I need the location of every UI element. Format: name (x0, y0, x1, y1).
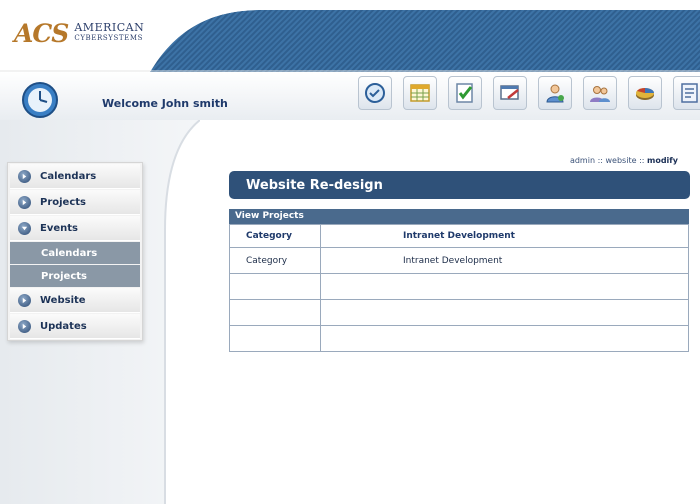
sidebar-subitem-calendars[interactable]: Calendars (10, 242, 140, 264)
sidebar: Calendars Projects Events Calendars Proj… (7, 162, 143, 341)
sidebar-item-label: Website (40, 294, 86, 306)
logo-line2: CYBERSYSTEMS (74, 34, 144, 42)
chevron-right-icon (18, 293, 31, 307)
pie-chart-icon[interactable] (628, 76, 662, 110)
clock-icon (20, 80, 60, 120)
sidebar-item-label: Updates (40, 320, 87, 332)
sidebar-item-label: Events (40, 222, 78, 234)
page-title-bar: Website Re-design (229, 171, 690, 199)
sidebar-item-calendars[interactable]: Calendars (10, 164, 140, 189)
users-icon[interactable] (583, 76, 617, 110)
breadcrumb: admin :: website :: modify (570, 156, 678, 165)
table-row[interactable] (229, 273, 689, 300)
logo-text: AMERICAN CYBERSYSTEMS (74, 21, 145, 43)
breadcrumb-website[interactable]: website (606, 156, 637, 165)
sidebar-item-website[interactable]: Website (10, 288, 140, 313)
table-cell (229, 299, 321, 326)
sidebar-item-projects[interactable]: Projects (10, 190, 140, 215)
projects-table: View Projects Category Intranet Developm… (229, 209, 689, 352)
table-cell (229, 325, 321, 352)
breadcrumb-separator: :: (639, 156, 645, 165)
table-cell (320, 299, 689, 326)
logo-mark: ACS (14, 18, 69, 48)
sidebar-item-events[interactable]: Events (10, 216, 140, 241)
user-icon[interactable] (538, 76, 572, 110)
table-row[interactable] (229, 299, 689, 326)
sidebar-item-updates[interactable]: Updates (10, 314, 140, 339)
welcome-message: Welcome John smith (102, 97, 228, 110)
breadcrumb-admin[interactable]: admin (570, 156, 595, 165)
column-header: Intranet Development (320, 224, 689, 248)
edit-window-icon[interactable] (493, 76, 527, 110)
table-cell (320, 273, 689, 300)
logo-line1: AMERICAN (74, 21, 145, 34)
breadcrumb-current: modify (647, 156, 678, 165)
table-header-row: Category Intranet Development (229, 224, 689, 248)
checklist-icon[interactable] (448, 76, 482, 110)
chevron-right-icon (18, 319, 31, 333)
table-cell: Category (229, 247, 321, 274)
calendar-grid-icon[interactable] (403, 76, 437, 110)
table-row[interactable] (229, 325, 689, 352)
table-cell (320, 325, 689, 352)
page-title: Website Re-design (246, 177, 383, 193)
column-header: Category (229, 224, 321, 248)
form-icon[interactable] (673, 76, 700, 110)
logo: ACS AMERICAN CYBERSYSTEMS (14, 18, 144, 48)
chevron-right-icon (18, 169, 31, 183)
breadcrumb-separator: :: (597, 156, 603, 165)
sidebar-subitem-projects[interactable]: Projects (10, 265, 140, 287)
sidebar-item-label: Projects (40, 196, 87, 208)
chevron-down-icon (18, 221, 31, 235)
table-row[interactable]: Category Intranet Development (229, 247, 689, 274)
header: ACS AMERICAN CYBERSYSTEMS (0, 0, 700, 72)
sidebar-item-label: Calendars (40, 170, 97, 182)
toolbar (358, 76, 700, 110)
chevron-right-icon (18, 195, 31, 209)
data-table: Category Intranet Development Category I… (229, 224, 689, 352)
table-cell (229, 273, 321, 300)
table-cell: Intranet Development (320, 247, 689, 274)
clock-check-icon[interactable] (358, 76, 392, 110)
table-caption: View Projects (229, 209, 689, 224)
